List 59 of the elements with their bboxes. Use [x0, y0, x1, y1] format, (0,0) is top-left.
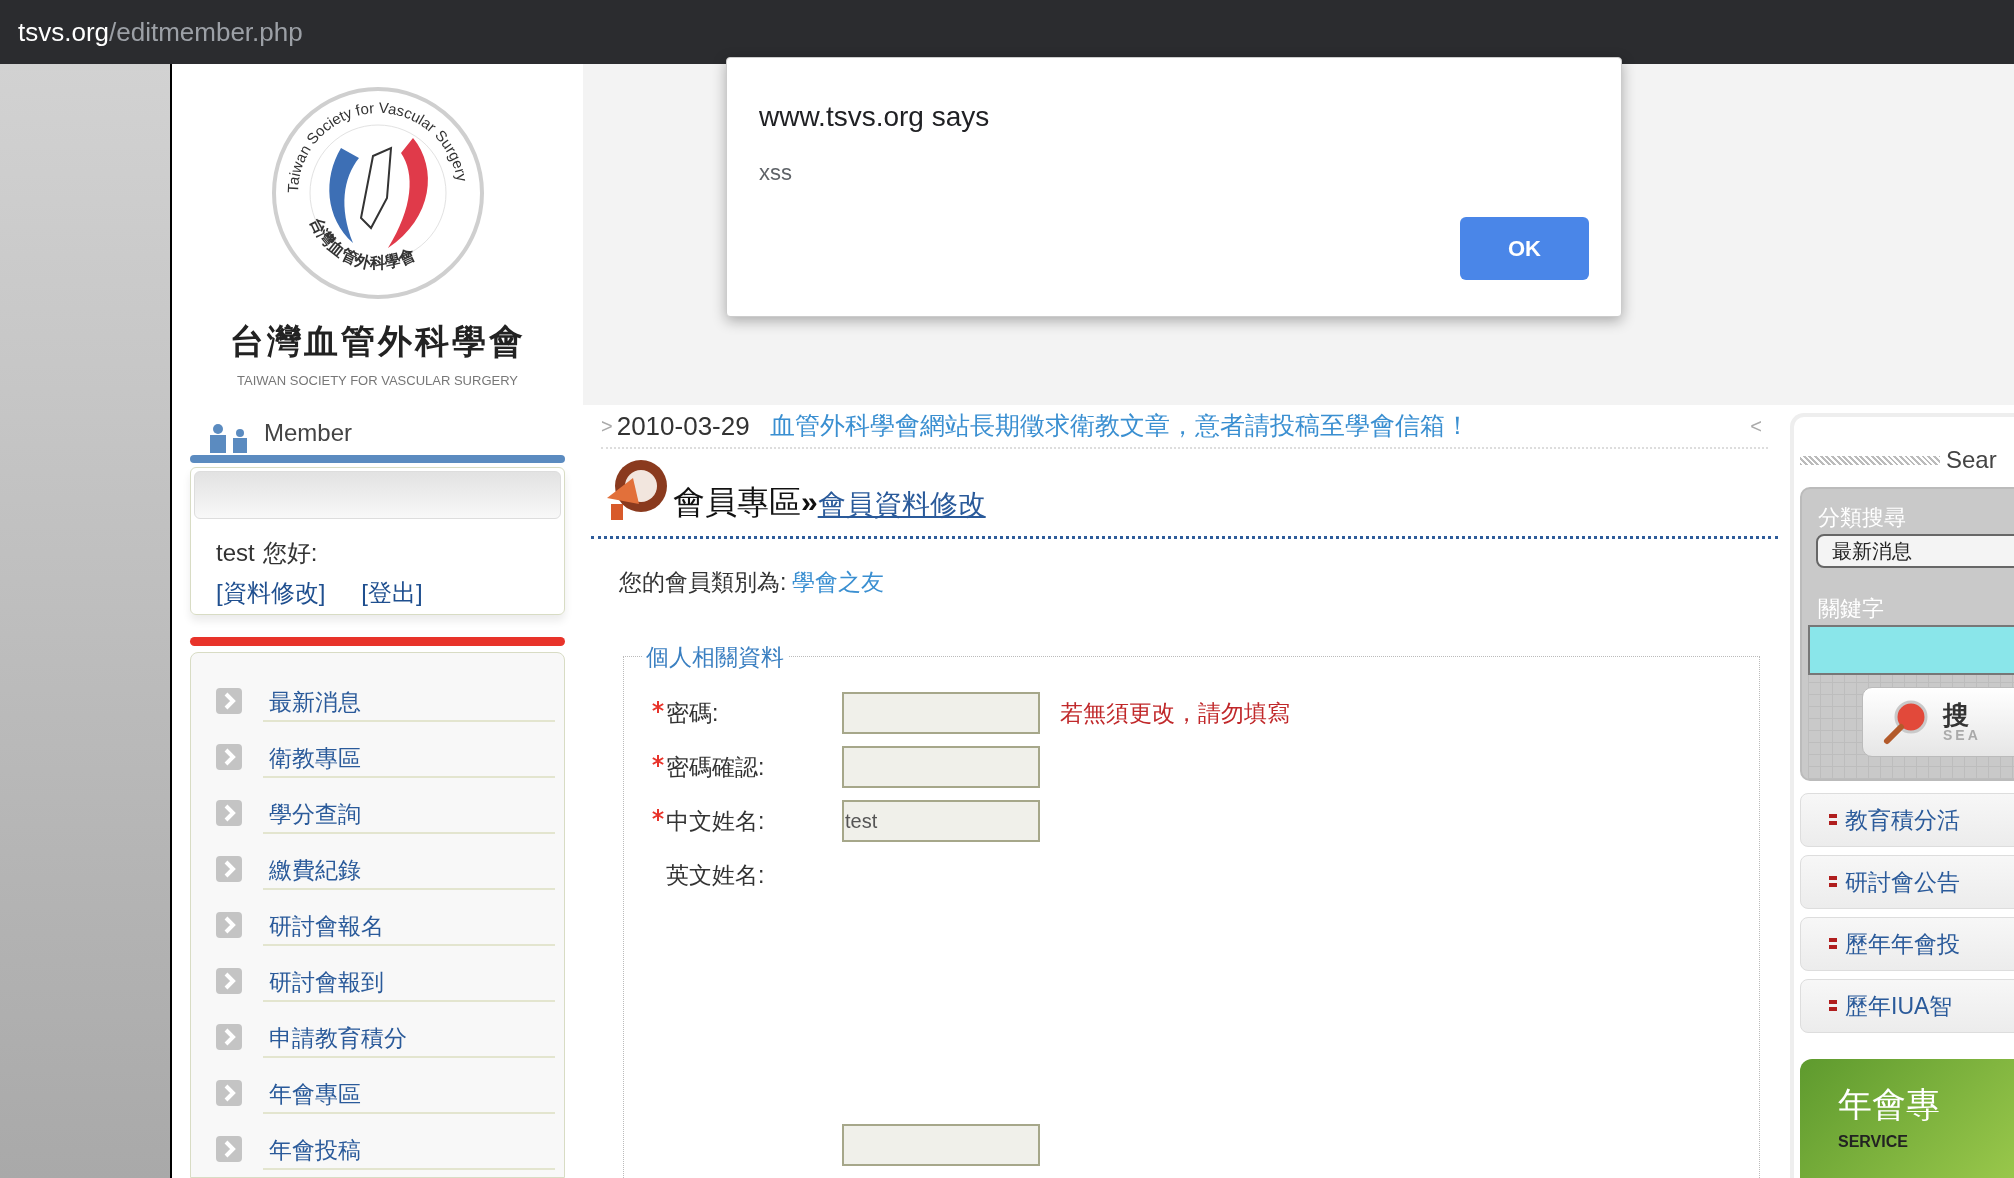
address-bar[interactable]: tsvs.org/editmember.php — [0, 0, 2014, 64]
chevron-icon — [215, 1079, 243, 1107]
chevron-icon — [215, 911, 243, 939]
chevron-icon — [215, 1023, 243, 1051]
menu-item[interactable]: 申請教育積分 — [269, 1020, 407, 1056]
news-link[interactable]: 血管外科學會網站長期徵求衛教文章，意者請投稿至學會信箱！ — [769, 407, 1470, 445]
menu-item[interactable]: 年會專區 — [269, 1076, 361, 1112]
menu-item[interactable]: 研討會報到 — [269, 964, 384, 1000]
bullet-icon — [1829, 1000, 1837, 1012]
news-date: 2010-03-29 — [616, 409, 750, 443]
menu-item[interactable]: 衛教專區 — [269, 740, 361, 776]
field-label: 密碼確認: — [666, 752, 765, 782]
breadcrumb-separator: » — [801, 484, 818, 520]
username: test — [216, 538, 255, 569]
field-label: 密碼: — [666, 698, 719, 728]
chevron-icon — [215, 1135, 243, 1163]
search-heading: Sear — [1946, 445, 1997, 475]
chevron-icon — [215, 967, 243, 995]
text-field[interactable] — [842, 692, 1040, 734]
bullet-icon — [1829, 876, 1837, 888]
side-link[interactable]: 歷年IUA智 — [1800, 979, 2014, 1033]
chevron-icon — [215, 687, 243, 715]
chevron-icon — [215, 799, 243, 827]
text-field[interactable] — [842, 1124, 1040, 1166]
field-hint: 若無須更改，請勿填寫 — [1060, 698, 1290, 728]
menu-item[interactable]: 研討會報名 — [269, 908, 384, 944]
member-heading: Member — [264, 418, 353, 449]
category-select[interactable]: 最新消息 — [1816, 534, 2014, 568]
menu-item[interactable]: 繳費紀錄 — [269, 852, 361, 888]
field-label: 英文姓名: — [666, 860, 765, 890]
menu-item[interactable]: 最新消息 — [269, 684, 361, 720]
member-link[interactable]: [資料修改] — [216, 575, 326, 612]
menu-item[interactable]: 學分查詢 — [269, 796, 361, 832]
dialog-message: xss — [759, 159, 793, 187]
side-link[interactable]: 歷年年會投 — [1800, 917, 2014, 971]
chevron-icon — [215, 743, 243, 771]
society-name: 台灣血管外科學會 — [229, 321, 526, 362]
chevron-icon — [215, 855, 243, 883]
search-button[interactable]: 搜 SEA — [1862, 687, 2014, 757]
section-title: 會員專區 — [673, 483, 801, 522]
bullet-icon — [1829, 938, 1837, 950]
side-link[interactable]: 研討會公告 — [1800, 855, 2014, 909]
bullet-icon — [1829, 814, 1837, 826]
field-label: 中文姓名: — [666, 806, 765, 836]
form-legend: 個人相關資料 — [642, 639, 788, 674]
member-type-label: 您的會員類別為: — [619, 568, 787, 597]
menu-item[interactable]: 年會投稿 — [269, 1132, 361, 1168]
service-banner[interactable]: 年會專 SERVICE — [1800, 1059, 2014, 1178]
text-field[interactable]: test — [842, 800, 1040, 842]
ok-button[interactable]: OK — [1460, 217, 1589, 280]
greeting: 您好: — [262, 538, 318, 569]
member-type-value: 學會之友 — [792, 568, 885, 597]
society-english-name: TAIWAN SOCIETY FOR VASCULAR SURGERY — [237, 372, 518, 390]
side-link[interactable]: 教育積分活 — [1800, 793, 2014, 847]
keyword-field[interactable] — [1808, 625, 2014, 675]
text-field[interactable] — [842, 746, 1040, 788]
dialog-title: www.tsvs.org says — [759, 100, 991, 134]
page-title-link[interactable]: 會員資料修改 — [817, 484, 986, 526]
member-link[interactable]: [登出] — [361, 575, 423, 612]
